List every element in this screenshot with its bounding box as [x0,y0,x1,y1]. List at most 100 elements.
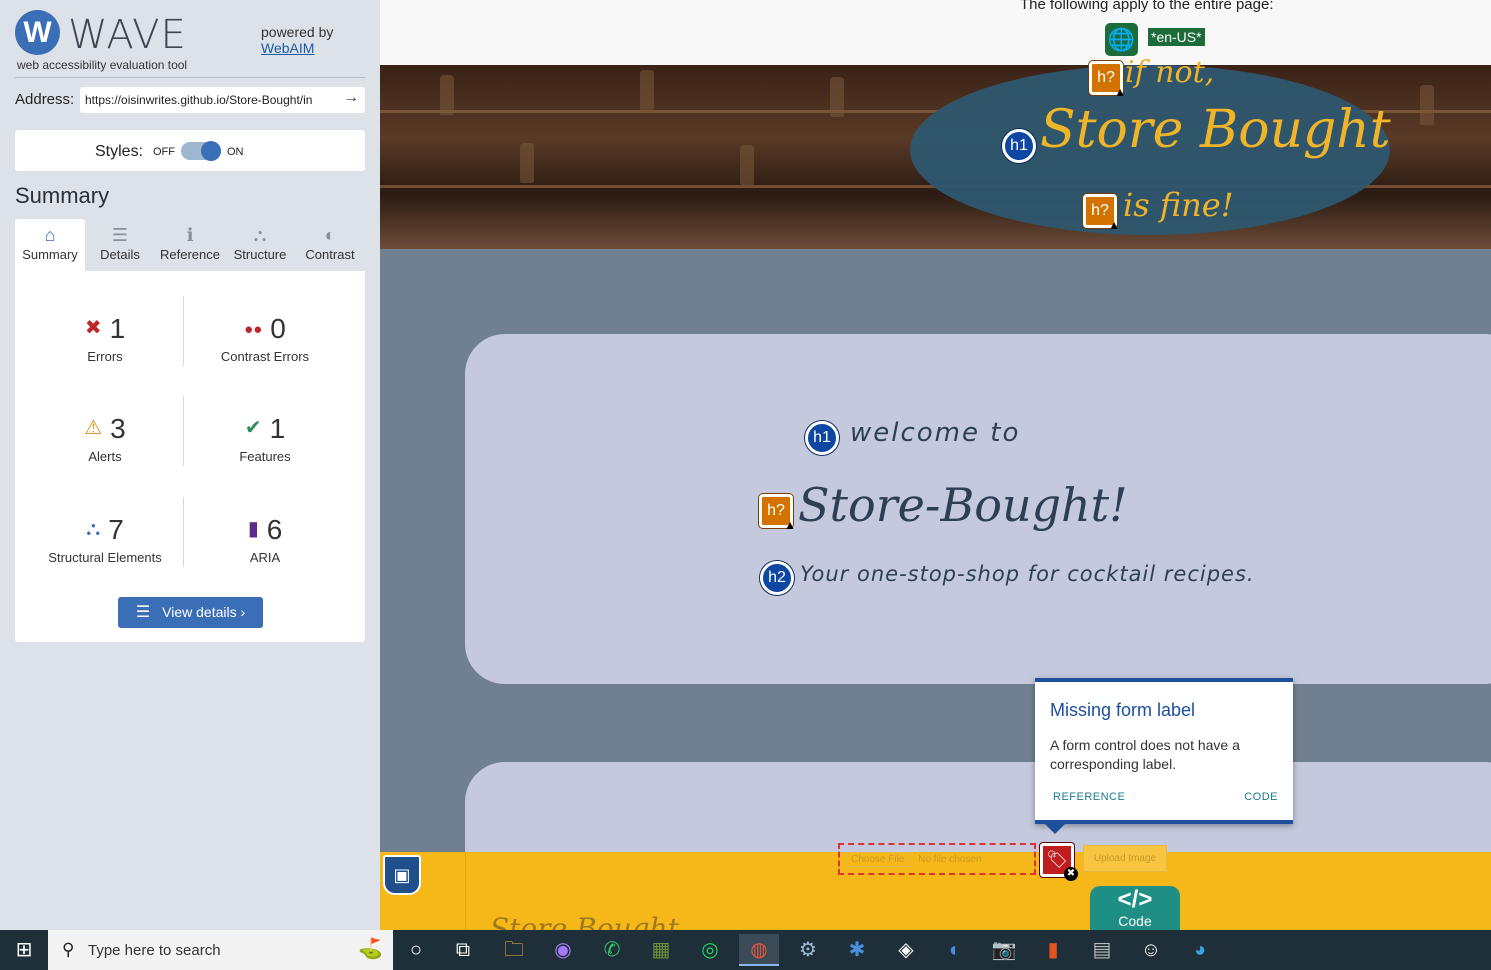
h1-icon[interactable]: h1 [1002,129,1036,163]
reference-link[interactable]: REFERENCE [1053,791,1125,803]
wave-sidebar: W WAVE web accessibility evaluation tool… [0,0,380,930]
h2-icon[interactable]: h2 [760,561,794,595]
aria-label: ARIA [249,550,281,565]
tab-contrast[interactable]: ◐ Contrast [295,219,365,271]
bluetooth-app-icon[interactable]: ✱ [837,934,877,966]
tab-structure[interactable]: ⛬ Structure [225,219,295,271]
html5-icon[interactable]: ▣ [383,855,421,895]
file-upload-input[interactable]: Choose File No file chosen [838,843,1036,875]
tab-summary[interactable]: ⌂ Summary [15,219,85,271]
missing-label-error-icon[interactable]: 🏷 ✖ [1040,843,1078,881]
steam-icon[interactable]: ⚙ [788,934,828,966]
tooltip-body: A form control does not have a correspon… [1050,737,1240,772]
tab-label: Structure [233,247,287,262]
hero-line-is-fine: is fine! [1123,186,1234,224]
taskbar-search[interactable]: ⚲ Type here to search ⛳ [48,930,393,970]
contrast-errors-stat[interactable]: ●● 0 Contrast Errors [185,313,345,364]
h1-icon[interactable]: h1 [805,421,839,455]
structure-icon: ⛬ [253,225,267,245]
styles-toggle[interactable] [181,141,221,161]
contrast-errors-label: Contrast Errors [220,349,310,364]
aria-stat[interactable]: ▮ 6 ARIA [185,514,345,565]
hero-line-if-not: if not, [1125,55,1215,90]
heading-alert-icon[interactable]: h? ▲ [759,494,796,532]
zoom-icon[interactable]: ◐ [935,934,975,966]
code-toggle-button[interactable]: </> Code [1090,886,1180,930]
store-bought-title: Store-Bought! [798,478,1128,532]
lang-notice: The following apply to the entire page: [1020,0,1274,13]
wave-logo-word: WAVE [68,12,187,58]
warning-icon: ▲ [1114,85,1126,99]
chrome-icon[interactable]: ◍ [739,934,779,966]
errors-count: 1 [109,313,126,344]
calculator-icon[interactable]: ▤ [1082,934,1122,966]
errors-label: Errors [87,349,123,364]
code-icon: </> [1117,886,1153,913]
list-icon: ☰ [111,225,129,245]
styles-on-label: ON [227,146,244,158]
structural-count: 7 [108,514,124,545]
tab-label: Details [100,247,140,262]
whatsapp-icon[interactable]: ✆ [592,934,632,966]
code-label: Code [1118,913,1152,929]
heading-alert-icon[interactable]: h? ▲ [1089,61,1126,99]
alert-icon: ⚠ [84,417,103,439]
file-explorer-icon[interactable]: 🗀 [494,934,534,966]
structural-stat[interactable]: ⛬ 7 Structural Elements [25,514,185,565]
styles-toggle-box: Styles: OFF ON [15,130,365,171]
office-icon[interactable]: ▮ [1033,934,1073,966]
tab-reference[interactable]: ℹ Reference [155,219,225,271]
summary-heading: Summary [15,183,110,208]
tab-label: Reference [160,247,220,262]
error-tooltip: Missing form label A form control does n… [1035,678,1293,834]
error-icon: ✖ [84,317,102,339]
alerts-label: Alerts [88,449,122,464]
wave-tabs: ⌂ Summary ☰ Details ℹ Reference ⛬ Struct… [15,219,365,271]
edge-icon[interactable]: ◕ [1180,934,1220,966]
alerts-stat[interactable]: ⚠ 3 Alerts [25,413,185,464]
structure-icon: ⛬ [86,518,101,540]
messenger-icon[interactable]: ◉ [543,934,583,966]
powered-by: powered by WebAIM [261,24,333,56]
no-file-text: No file chosen [918,854,982,865]
camera-icon[interactable]: 📷 [984,934,1024,966]
view-details-button[interactable]: ☰ View details › [118,597,263,628]
code-link[interactable]: CODE [1244,791,1278,803]
obs-icon[interactable]: ◈ [886,934,926,966]
minecraft-icon[interactable]: ▦ [641,934,681,966]
contrast-errors-count: 0 [270,313,286,344]
webaim-link[interactable]: WebAIM [261,40,333,56]
spotify-icon[interactable]: ◎ [690,934,730,966]
tooltip-title: Missing form label [1050,700,1196,720]
search-icon: ⚲ [62,940,75,959]
choose-file-button[interactable]: Choose File [844,852,912,867]
list-icon: ☰ [135,604,151,621]
powered-by-text: powered by [261,24,334,40]
features-stat[interactable]: ✔ 1 Features [185,413,345,464]
golf-search-highlight-icon: ⛳ [358,938,383,960]
emoji-app-icon[interactable]: ☺ [1131,934,1171,966]
warning-icon: ▲ [784,518,796,532]
bottle-decoration [440,75,454,115]
language-bar: The following apply to the entire page: … [380,0,1491,65]
features-label: Features [239,449,291,464]
aria-count: 6 [266,514,283,545]
cortana-icon[interactable]: ○ [396,934,436,966]
tab-label: Contrast [305,247,355,262]
features-count: 1 [269,413,286,444]
badge-text: h? [767,502,785,519]
windows-start-icon[interactable]: ⊞ [0,930,48,970]
upload-image-button[interactable]: Upload Image [1083,845,1167,872]
close-icon: ✖ [1064,867,1078,881]
errors-stat[interactable]: ✖ 1 Errors [25,313,185,364]
bottle-decoration [640,70,654,110]
globe-icon[interactable]: 🌐 [1105,23,1138,56]
structural-label: Structural Elements [48,550,162,565]
summary-panel: ✖ 1 Errors ●● 0 Contrast Errors ⚠ 3 Alerts … [15,271,365,642]
task-view-icon[interactable]: ⧉ [443,934,483,966]
bottle-decoration [1420,85,1434,125]
tab-details[interactable]: ☰ Details [85,219,155,271]
arrow-right-icon[interactable]: → [343,89,359,107]
heading-alert-icon[interactable]: h? ▲ [1083,194,1120,231]
address-input[interactable]: https://oisinwrites.github.io/Store-Boug… [80,87,365,113]
